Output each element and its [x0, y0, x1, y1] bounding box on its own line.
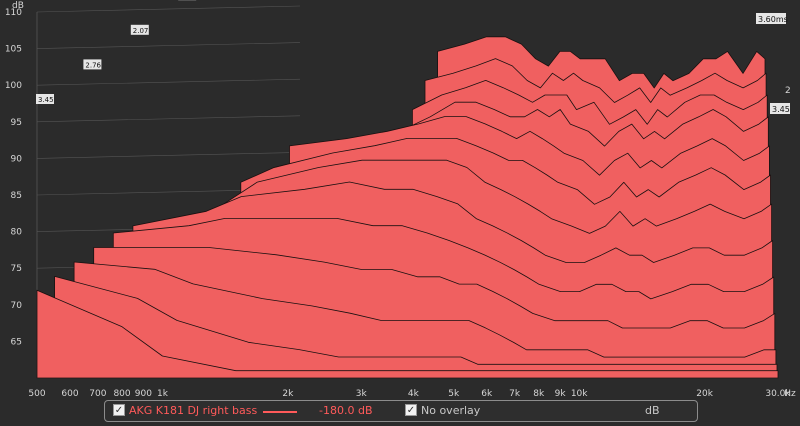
x-tick-label: 9k: [555, 389, 567, 399]
x-tick-label: 800: [113, 389, 130, 399]
legend-bar: ✓ AKG K181 DJ right bass -180.0 dB ✓ No …: [104, 400, 698, 422]
time-max-label: 3.60ms: [758, 15, 788, 24]
y-tick-label: 85: [11, 191, 22, 201]
series-checkbox[interactable]: ✓: [113, 404, 125, 416]
y-tick-label: 95: [11, 118, 22, 128]
waterfall-chart: 65 70 75 80 85 90 95 100 105 110 dB 500 600 700 800 900…: [0, 0, 800, 426]
grid-line-y: [36, 152, 301, 159]
series-line-swatch: [263, 411, 297, 413]
y-tick-label: 65: [11, 337, 22, 347]
x-tick-label: 7k: [509, 389, 521, 399]
time-tick-label: 3.45: [38, 96, 54, 104]
overlay-checkbox[interactable]: ✓: [405, 404, 417, 416]
x-tick-label: 10k: [571, 389, 588, 399]
overlay-label: No overlay: [421, 404, 481, 417]
x-tick-label: 2k: [282, 389, 294, 399]
right-edge-label: 2: [785, 86, 791, 96]
unit-label: dB: [645, 404, 660, 417]
grid-line-y: [36, 42, 301, 49]
x-tick-label: 4k: [408, 389, 420, 399]
y-tick-label: 100: [5, 81, 22, 91]
y-tick-label: 80: [11, 228, 23, 238]
x-tick-label: 1k: [157, 389, 169, 399]
grid-line-y: [36, 5, 301, 13]
x-tick-label: 3k: [356, 389, 368, 399]
x-tick-label: 6k: [481, 389, 493, 399]
x-tick-label: 500: [28, 389, 45, 399]
series-name: AKG K181 DJ right bass: [129, 404, 258, 417]
y-tick-label: 90: [11, 154, 23, 164]
x-tick-label: 20k: [696, 389, 713, 399]
x-tick-label: 900: [135, 389, 152, 399]
x-tick-label: 700: [89, 389, 106, 399]
x-tick-label: 600: [61, 389, 78, 399]
level-readout: -180.0 dB: [319, 404, 373, 417]
waterfall-plot: 65707580859095100105110dB500 600 700 800 900…: [5, 0, 796, 399]
grid-line-y: [36, 78, 301, 86]
grid-line-y: [36, 115, 301, 123]
time-tick-label: 2.76: [85, 61, 101, 69]
y-tick-label: 105: [5, 45, 22, 55]
y-tick-label: 70: [11, 301, 23, 311]
x-unit-label: Hz: [784, 389, 796, 399]
y-axis-label: dB: [12, 1, 24, 11]
y-tick-label: 75: [11, 264, 22, 274]
x-tick-label: 5k: [448, 389, 460, 399]
time-tick-label: 2.07: [133, 27, 149, 35]
x-tick-label: 8k: [533, 389, 545, 399]
time-right-label: 3.45: [772, 105, 790, 114]
